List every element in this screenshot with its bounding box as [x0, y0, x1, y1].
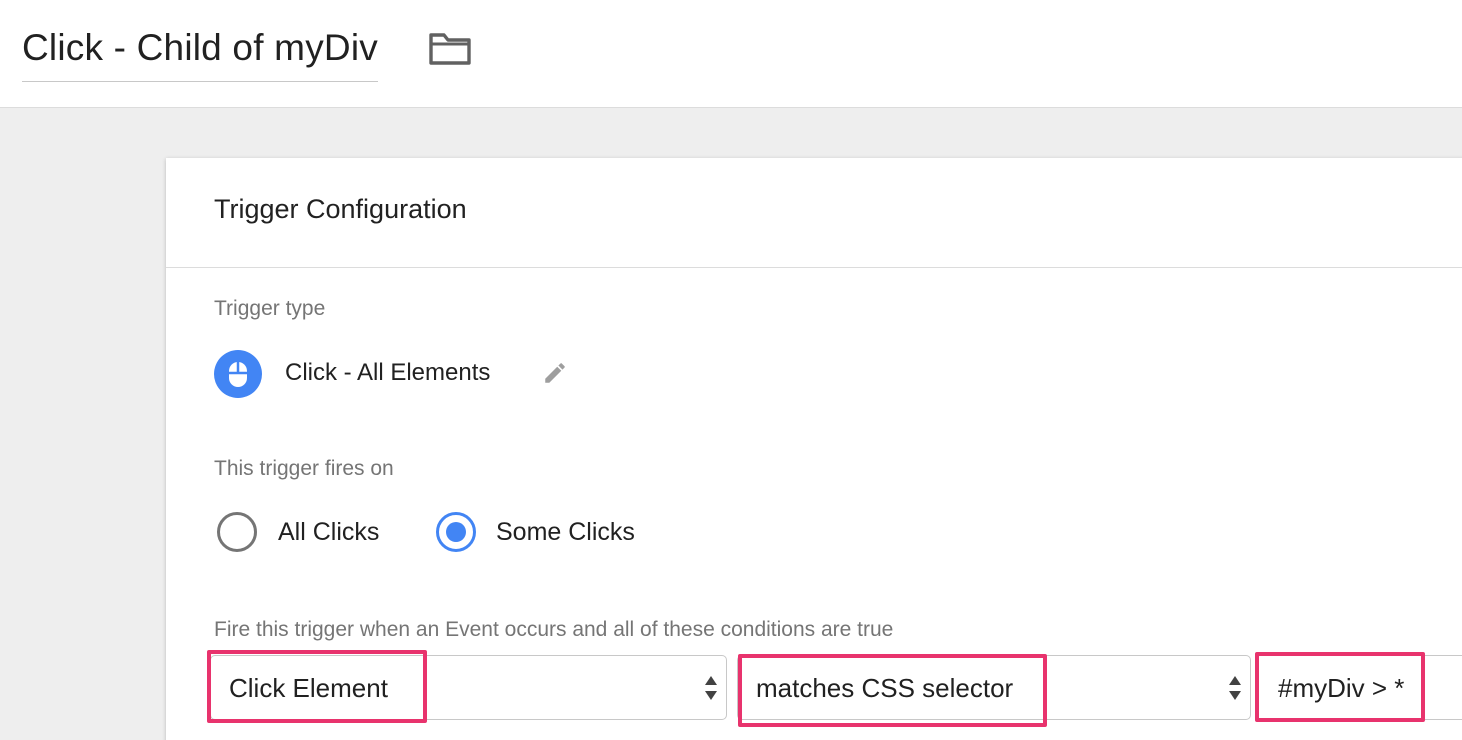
- some-clicks-radio[interactable]: [436, 512, 476, 552]
- trigger-type-label: Trigger type: [214, 297, 326, 320]
- top-bar: Click - Child of myDiv: [0, 0, 1462, 108]
- trigger-configuration-card: Trigger Configuration Trigger type Click…: [166, 158, 1462, 740]
- select-arrows-icon: [705, 676, 717, 700]
- highlight-variable: [207, 650, 427, 723]
- highlight-value: [1255, 652, 1425, 722]
- card-header: Trigger Configuration: [166, 158, 1462, 268]
- fires-on-label: This trigger fires on: [214, 457, 394, 480]
- highlight-operator: [738, 654, 1047, 727]
- page-title[interactable]: Click - Child of myDiv: [22, 24, 378, 72]
- select-arrows-icon: [1229, 676, 1241, 700]
- card-title: Trigger Configuration: [214, 194, 467, 224]
- folder-icon[interactable]: [428, 30, 472, 66]
- trigger-type-icon: [214, 350, 262, 398]
- mouse-icon: [229, 362, 247, 387]
- pencil-icon[interactable]: [542, 360, 568, 386]
- conditions-label: Fire this trigger when an Event occurs a…: [214, 618, 894, 641]
- trigger-type-name[interactable]: Click - All Elements: [285, 359, 490, 387]
- trigger-name-field[interactable]: Click - Child of myDiv: [22, 24, 378, 82]
- all-clicks-label[interactable]: All Clicks: [278, 518, 379, 547]
- some-clicks-label[interactable]: Some Clicks: [496, 518, 635, 547]
- all-clicks-radio[interactable]: [217, 512, 257, 552]
